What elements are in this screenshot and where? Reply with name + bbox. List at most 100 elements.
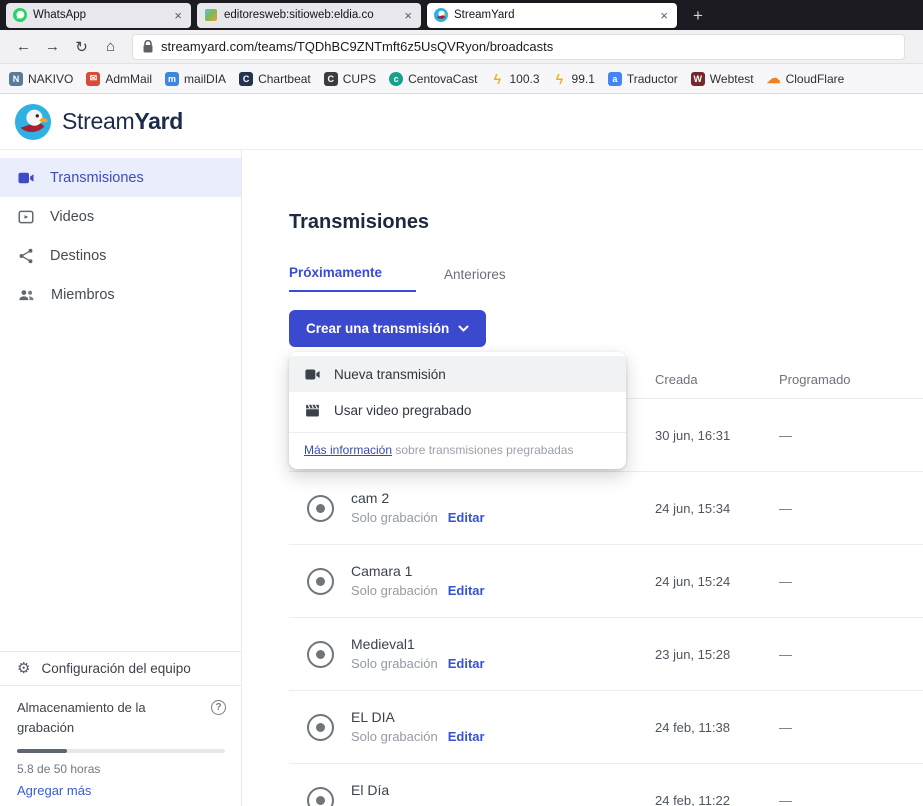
new-tab-button[interactable]: + [693,7,703,24]
sidebar-item-videos[interactable]: Videos [0,197,241,236]
add-storage-link[interactable]: Agregar más [17,783,226,798]
video-camera-icon [304,366,321,383]
broadcast-name-cell: cam 2 Solo grabaciónEditar [289,490,655,527]
bookmark-label: CUPS [343,72,376,86]
created-cell: 23 jun, 15:28 [655,647,779,662]
menu-item-new-broadcast[interactable]: Nueva transmisión [289,356,626,392]
edit-link[interactable]: Editar [448,729,485,744]
broadcast-title: Medieval1 [351,636,485,652]
browser-address-bar: ← → ↻ ⌂ streamyard.com/teams/TQDhBC9ZNTm… [0,30,923,64]
bookmark-label: Webtest [710,72,754,86]
bookmark-label: NAKIVO [28,72,73,86]
storage-usage-text: 5.8 de 50 horas [17,762,226,776]
sidebar-item-label: Transmisiones [50,170,144,186]
sidebar: Transmisiones Videos Destinos Miembros [0,150,242,806]
bookmark-maildia[interactable]: mmailDIA [165,72,226,86]
bookmark-centovacast[interactable]: cCentovaCast [389,72,477,86]
storage-progress-fill [17,749,67,753]
sidebar-item-miembros[interactable]: Miembros [0,275,241,314]
sidebar-spacer [0,314,241,651]
create-broadcast-row: Crear una transmisión [289,310,923,347]
sidebar-item-label: Miembros [51,287,115,303]
tab-title: WhatsApp [33,9,166,21]
sidebar-item-destinos[interactable]: Destinos [0,236,241,275]
storage-progress-bar [17,749,225,753]
back-icon[interactable]: ← [10,38,37,55]
edit-link[interactable]: Editar [448,510,485,525]
bookmark-label: 100.3 [509,72,539,86]
more-info-link[interactable]: Más información [304,443,392,457]
bookmark-nakivo[interactable]: NNAKIVO [9,72,73,86]
bookmark-label: AdmMail [105,72,152,86]
brand-wordmark[interactable]: StreamYard [62,108,183,135]
video-camera-icon [17,169,35,187]
bookmark-cloudflare[interactable]: ☁CloudFlare [767,72,845,86]
bookmark-chartbeat[interactable]: C Chartbeat [239,72,311,86]
bookmark-admmail[interactable]: ✉ AdmMail [86,72,152,86]
broadcast-title: Camara 1 [351,563,485,579]
browser-tab-bar: WhatsApp × editoresweb:sitioweb:eldia.co… [0,0,923,30]
menu-item-label: Nueva transmisión [334,367,446,382]
reload-icon[interactable]: ↻ [68,38,95,56]
bookmark-label: mailDIA [184,72,226,86]
menu-info-rest: sobre transmisiones pregrabadas [392,443,573,457]
broadcast-title: cam 2 [351,490,485,506]
bookmark-webtest[interactable]: W Webtest [691,72,754,86]
table-row: cam 2 Solo grabaciónEditar 24 jun, 15:34… [289,471,923,544]
team-settings-button[interactable]: ⚙ Configuración del equipo [0,651,241,686]
tab-whatsapp[interactable]: WhatsApp × [6,3,191,28]
table-row: Medieval1 Solo grabación Editar 23 jun, 1… [289,617,923,690]
chartbeat-icon: C [239,72,253,86]
broadcast-name-cell: Medieval1 Solo grabación Editar [289,636,655,673]
browser-window: WhatsApp × editoresweb:sitioweb:eldia.co… [0,0,923,806]
help-icon[interactable]: ? [211,700,226,715]
close-icon[interactable]: × [658,8,670,23]
home-icon[interactable]: ⌂ [97,38,124,55]
storage-title: Almacenamiento de la grabación [17,698,197,738]
mail-icon: ✉ [86,72,100,86]
header-created: Creada [655,372,779,387]
created-cell: 24 feb, 11:22 [655,793,779,806]
tab-streamyard[interactable]: StreamYard × [427,3,677,28]
streamyard-logo[interactable] [14,103,52,141]
broadcast-name-cell: El Día [289,782,655,806]
sidebar-item-transmisiones[interactable]: Transmisiones [0,158,241,197]
lightning-icon: ϟ [553,72,567,86]
forward-icon[interactable]: → [39,38,66,55]
printer-icon: C [324,72,338,86]
bookmark-label: Chartbeat [258,72,311,86]
streamyard-duck-icon [434,8,448,22]
webtest-icon: W [691,72,705,86]
page-body: Transmisiones Videos Destinos Miembros [0,150,923,806]
url-input[interactable]: streamyard.com/teams/TQDhBC9ZNTmft6z5UsQ… [132,34,905,60]
scheduled-cell: — [779,501,923,516]
bookmarks-bar: NNAKIVO ✉ AdmMail mmailDIA C Chartbeat C CU… [0,64,923,94]
menu-item-prerecorded-video[interactable]: Usar video pregrabado [289,392,626,428]
edit-link[interactable]: Editar [448,583,485,598]
tab-proximamente[interactable]: Próximamente [289,265,416,292]
clapperboard-icon [304,402,321,419]
broadcast-type: Solo grabación [351,656,438,671]
create-broadcast-button[interactable]: Crear una transmisión [289,310,486,347]
broadcast-title: El Día [351,782,389,798]
lock-icon [143,40,153,53]
edit-link[interactable]: Editar [448,656,485,671]
table-row: Camara 1 Solo grabaciónEditar 24 jun, 15… [289,544,923,617]
settings-label: Configuración del equipo [41,661,190,676]
bookmark-991[interactable]: ϟ 99.1 [553,72,595,86]
tab-eldia[interactable]: editoresweb:sitioweb:eldia.co × [197,3,421,28]
bookmark-traductor[interactable]: aTraductor [608,72,678,86]
whatsapp-icon [13,8,27,22]
tab-title: StreamYard [454,9,652,21]
scheduled-cell: — [779,647,923,662]
tab-anteriores[interactable]: Anteriores [444,267,506,292]
menu-item-label: Usar video pregrabado [334,403,471,418]
create-broadcast-menu: Nueva transmisión Usar video pregrabado … [289,352,626,469]
bookmark-cups[interactable]: C CUPS [324,72,376,86]
close-icon[interactable]: × [402,8,414,23]
bookmark-1003[interactable]: ϟ100.3 [490,72,539,86]
translate-icon: a [608,72,622,86]
bookmark-label: 99.1 [572,72,595,86]
streamyard-header: StreamYard [0,94,923,150]
close-icon[interactable]: × [172,8,184,23]
